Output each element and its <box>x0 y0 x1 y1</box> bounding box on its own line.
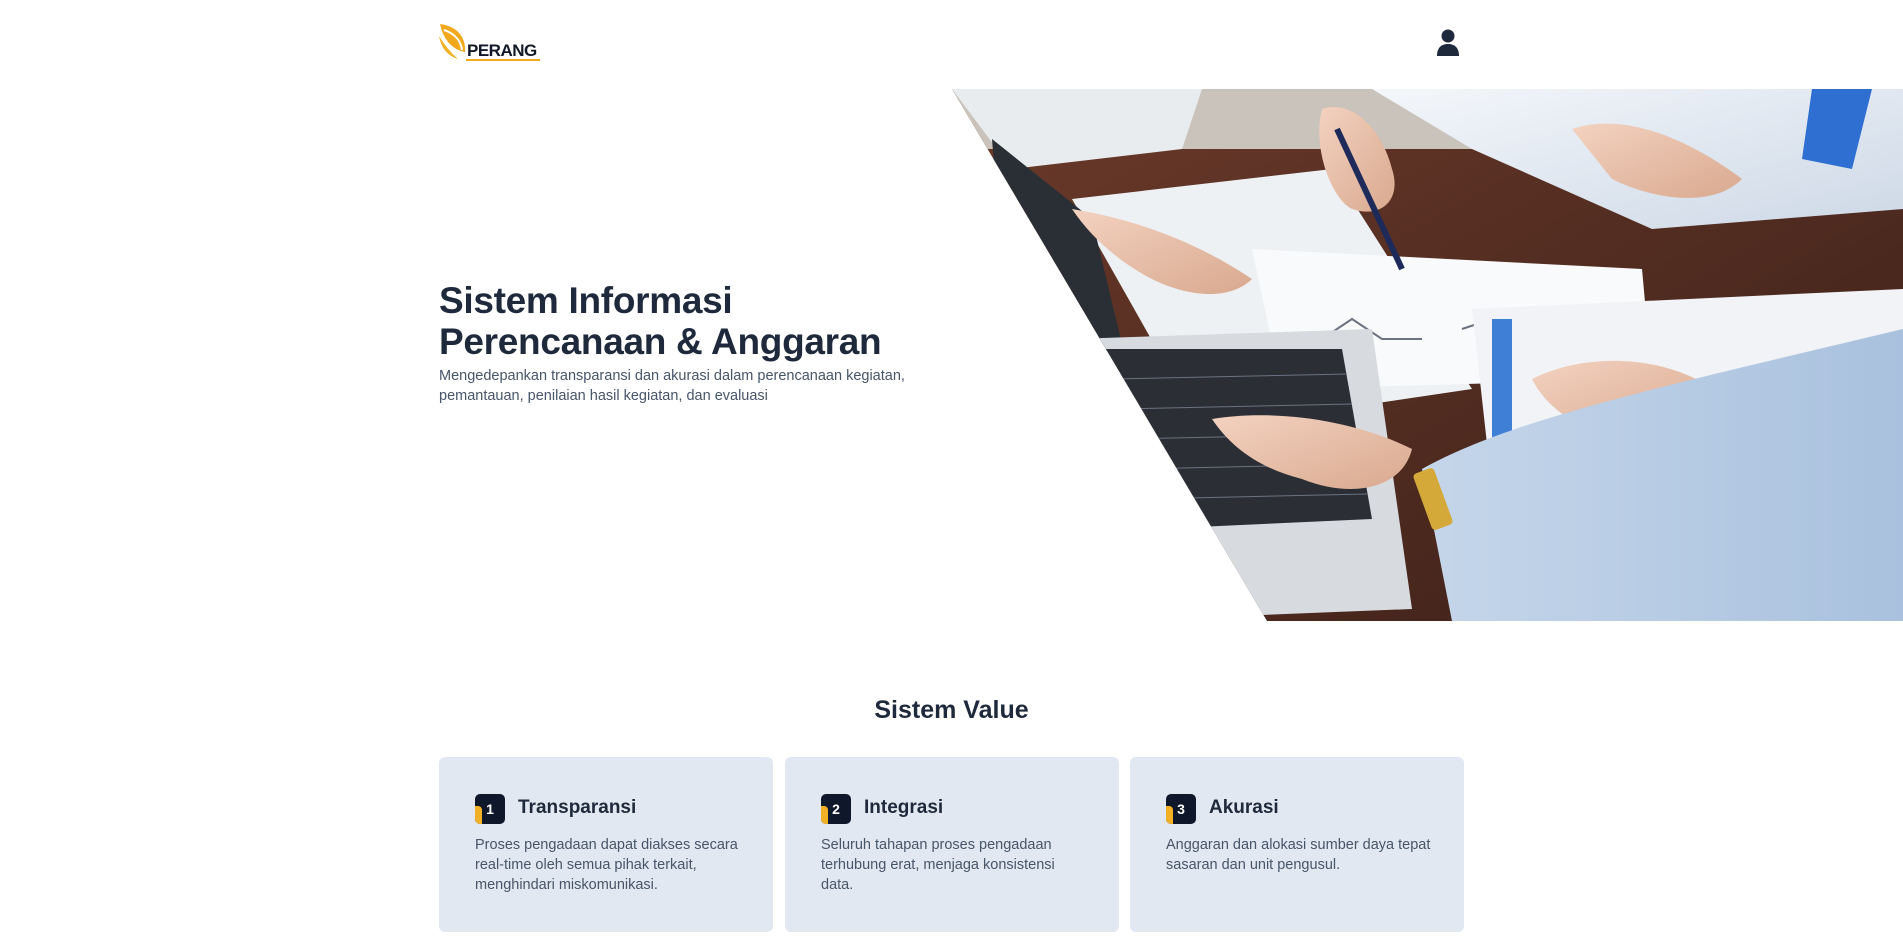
badge-number: 3 <box>1177 801 1185 817</box>
value-card-akurasi: 3 Akurasi Anggaran dan alokasi sumber da… <box>1130 757 1464 932</box>
hero-title-line1: Sistem Informasi <box>439 280 733 321</box>
number-badge: 1 <box>475 794 505 824</box>
card-description: Proses pengadaan dapat diakses secara re… <box>475 837 738 893</box>
card-title: Akurasi <box>1209 797 1279 818</box>
hero-subtitle: Mengedepankan transparansi dan akurasi d… <box>439 368 905 404</box>
site-header: PERANG <box>0 0 1903 88</box>
number-badge: 2 <box>821 794 851 824</box>
business-meeting-photo <box>952 89 1903 621</box>
hero-section: Sistem Informasi Perencanaan & Anggaran … <box>439 280 959 406</box>
value-card-transparansi: 1 Transparansi Proses pengadaan dapat di… <box>439 757 773 932</box>
badge-number: 1 <box>486 801 494 817</box>
brand-name: PERANG <box>467 41 537 60</box>
user-icon <box>1437 29 1459 56</box>
hero-image <box>952 89 1903 621</box>
card-description: Anggaran dan alokasi sumber daya tepat s… <box>1166 837 1431 873</box>
user-account-button[interactable] <box>1434 28 1462 58</box>
hero-title-line2: Perencanaan & Anggaran <box>439 321 882 362</box>
hero-title: Sistem Informasi Perencanaan & Anggaran <box>439 280 959 362</box>
badge-number: 2 <box>832 801 840 817</box>
brand-underline <box>466 59 540 61</box>
card-title: Integrasi <box>864 797 944 818</box>
number-badge: 3 <box>1166 794 1196 824</box>
value-card-integrasi: 2 Integrasi Seluruh tahapan proses penga… <box>785 757 1119 932</box>
values-section-title: Sistem Value <box>874 696 1029 724</box>
card-description: Seluruh tahapan proses pengadaan terhubu… <box>821 837 1055 893</box>
leaf-logo-icon <box>439 24 466 59</box>
card-title: Transparansi <box>518 797 637 818</box>
brand-logo[interactable]: PERANG <box>438 22 544 64</box>
